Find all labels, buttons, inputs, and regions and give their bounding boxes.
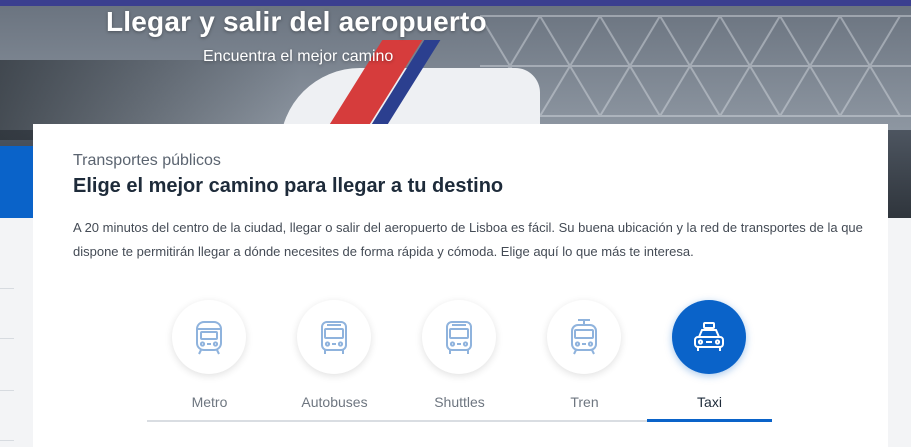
tab-metro[interactable]: Metro [147, 300, 272, 422]
tab-circle [172, 300, 246, 374]
tab-label: Metro [191, 394, 228, 410]
hero-subtitle: Encuentra el mejor camino [203, 48, 394, 65]
tab-autobuses[interactable]: Autobuses [272, 300, 397, 422]
side-blue-tab [0, 146, 33, 218]
tab-label: Shuttles [434, 394, 485, 410]
side-divider [0, 338, 14, 339]
taxi-icon [694, 322, 724, 351]
section-intro: A 20 minutos del centro de la ciudad, ll… [73, 220, 863, 259]
tab-circle [297, 300, 371, 374]
section-title: Elige el mejor camino para llegar a tu d… [73, 175, 504, 197]
bus-icon [321, 321, 347, 354]
tab-shuttles[interactable]: Shuttles [397, 300, 522, 422]
hangar-lattice [480, 15, 911, 117]
hero-title: Llegar y salir del aeropuerto [106, 6, 487, 37]
transport-tabs: Metro Autobuses Shuttles Tren Taxi [147, 300, 772, 422]
metro-icon [196, 321, 222, 355]
tab-tren[interactable]: Tren [522, 300, 647, 422]
train-icon [571, 319, 597, 355]
tab-circle [672, 300, 746, 374]
transport-card: Transportes públicos Elige el mejor cami… [33, 124, 888, 447]
tab-label: Autobuses [301, 394, 368, 410]
side-divider [0, 390, 14, 391]
tab-circle [547, 300, 621, 374]
side-divider [0, 288, 14, 289]
side-divider [0, 440, 14, 441]
tab-circle [422, 300, 496, 374]
tabs-active-indicator [647, 419, 772, 422]
tab-label: Taxi [697, 394, 722, 410]
tab-label: Tren [570, 394, 599, 410]
shuttle-icon [446, 321, 472, 354]
section-kicker: Transportes públicos [73, 152, 221, 169]
tab-taxi[interactable]: Taxi [647, 300, 772, 422]
